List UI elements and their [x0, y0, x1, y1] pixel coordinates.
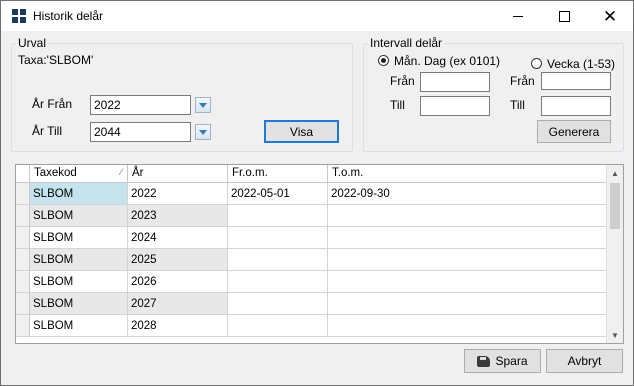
till-input-1[interactable] [420, 96, 490, 116]
row-header[interactable] [16, 249, 30, 271]
window-title: Historik delår [33, 9, 104, 23]
fran-input-2[interactable] [541, 72, 611, 90]
vertical-scrollbar[interactable]: ▲ ▼ [606, 165, 623, 343]
table-cell[interactable] [228, 315, 328, 337]
scrollbar-thumb[interactable] [610, 183, 620, 229]
ar-till-label: År Till [32, 124, 62, 138]
row-header[interactable] [16, 183, 30, 205]
vecka-radio-label: Vecka (1-53) [547, 57, 616, 71]
table-cell[interactable]: SLBOM [30, 205, 128, 227]
row-header[interactable] [16, 315, 30, 337]
till-label-1: Till [390, 98, 405, 112]
table-cell[interactable] [328, 315, 606, 337]
table-row[interactable]: SLBOM 2024 [16, 227, 606, 249]
minimize-button[interactable] [495, 1, 541, 31]
maximize-icon [558, 10, 570, 22]
table-cell[interactable] [228, 227, 328, 249]
table-row[interactable]: SLBOM 2025 [16, 249, 606, 271]
avbryt-button[interactable]: Avbryt [546, 349, 623, 373]
till-input-2[interactable] [541, 96, 611, 116]
table-cell[interactable]: SLBOM [30, 227, 128, 249]
maximize-button[interactable] [541, 1, 587, 31]
table-row[interactable]: SLBOM 2026 [16, 271, 606, 293]
scroll-down-icon[interactable]: ▼ [607, 327, 623, 343]
table-cell[interactable] [228, 271, 328, 293]
table-cell[interactable]: 2027 [128, 293, 228, 315]
row-header[interactable] [16, 271, 30, 293]
dag-radio-label: Mån. Dag (ex 0101) [394, 54, 501, 68]
column-header-label: Taxekod [34, 167, 77, 179]
table-row[interactable]: SLBOM 2028 [16, 315, 606, 337]
chevron-down-icon [199, 102, 207, 108]
ar-till-select[interactable]: 2044 [90, 122, 191, 142]
app-icon [12, 9, 26, 23]
spara-button[interactable]: Spara [464, 349, 541, 373]
row-header-corner [16, 165, 30, 182]
table-cell[interactable] [328, 293, 606, 315]
table-cell[interactable]: 2028 [128, 315, 228, 337]
table-cell[interactable]: SLBOM [30, 249, 128, 271]
column-header-ar[interactable]: År [128, 165, 228, 182]
save-icon [477, 355, 491, 367]
visa-button[interactable]: Visa [264, 120, 339, 143]
table-cell[interactable]: 2026 [128, 271, 228, 293]
row-header[interactable] [16, 227, 30, 249]
table-cell[interactable] [228, 249, 328, 271]
table-cell[interactable]: 2022-05-01 [228, 183, 328, 205]
ar-fran-dropdown-button[interactable] [195, 97, 211, 113]
spara-label: Spara [495, 354, 528, 368]
dag-radio[interactable] [378, 55, 389, 66]
column-header-tom[interactable]: T.o.m. [328, 165, 606, 182]
table-cell[interactable]: SLBOM [30, 183, 128, 205]
delar-grid: Taxekod ⁄ År Fr.o.m. T.o.m. SLBOM 2022 202… [15, 164, 624, 344]
historik-delar-window: Historik delår ✕ Urval Taxa:'SLBOM' År F… [0, 0, 634, 386]
row-header[interactable] [16, 293, 30, 315]
row-header[interactable] [16, 205, 30, 227]
taxa-text: Taxa:'SLBOM' [18, 53, 94, 67]
generera-button[interactable]: Generera [537, 120, 611, 143]
table-row[interactable]: SLBOM 2027 [16, 293, 606, 315]
scroll-up-icon[interactable]: ▲ [607, 165, 623, 181]
till-label-2: Till [510, 98, 525, 112]
table-cell[interactable] [228, 293, 328, 315]
table-cell[interactable] [328, 249, 606, 271]
table-row[interactable]: SLBOM 2023 [16, 205, 606, 227]
table-cell[interactable] [228, 205, 328, 227]
close-button[interactable]: ✕ [587, 1, 633, 31]
column-header-from[interactable]: Fr.o.m. [228, 165, 328, 182]
minimize-icon [513, 15, 523, 17]
table-cell[interactable] [328, 205, 606, 227]
intervall-legend: Intervall delår [370, 36, 443, 50]
sort-icon: ⁄ [120, 167, 122, 177]
table-cell[interactable]: SLBOM [30, 293, 128, 315]
table-cell[interactable] [328, 271, 606, 293]
table-row[interactable]: SLBOM 2022 2022-05-01 2022-09-30 [16, 183, 606, 205]
title-bar: Historik delår ✕ [1, 1, 633, 31]
grid-header: Taxekod ⁄ År Fr.o.m. T.o.m. [16, 165, 606, 183]
column-header-taxekod[interactable]: Taxekod ⁄ [30, 165, 128, 182]
fran-input-1[interactable] [420, 72, 490, 92]
table-cell[interactable]: 2025 [128, 249, 228, 271]
close-icon: ✕ [602, 6, 618, 26]
table-cell[interactable] [328, 227, 606, 249]
table-cell[interactable]: SLBOM [30, 315, 128, 337]
table-cell[interactable]: 2023 [128, 205, 228, 227]
table-cell[interactable]: SLBOM [30, 271, 128, 293]
table-cell[interactable]: 2022-09-30 [328, 183, 606, 205]
ar-fran-label: År Från [32, 97, 73, 111]
ar-till-dropdown-button[interactable] [195, 124, 211, 140]
table-cell[interactable]: 2024 [128, 227, 228, 249]
urval-legend: Urval [18, 36, 47, 50]
chevron-down-icon [199, 129, 207, 135]
vecka-radio[interactable] [531, 58, 542, 69]
fran-label-1: Från [390, 74, 415, 88]
fran-label-2: Från [510, 74, 535, 88]
table-cell[interactable]: 2022 [128, 183, 228, 205]
ar-fran-select[interactable]: 2022 [90, 95, 191, 115]
